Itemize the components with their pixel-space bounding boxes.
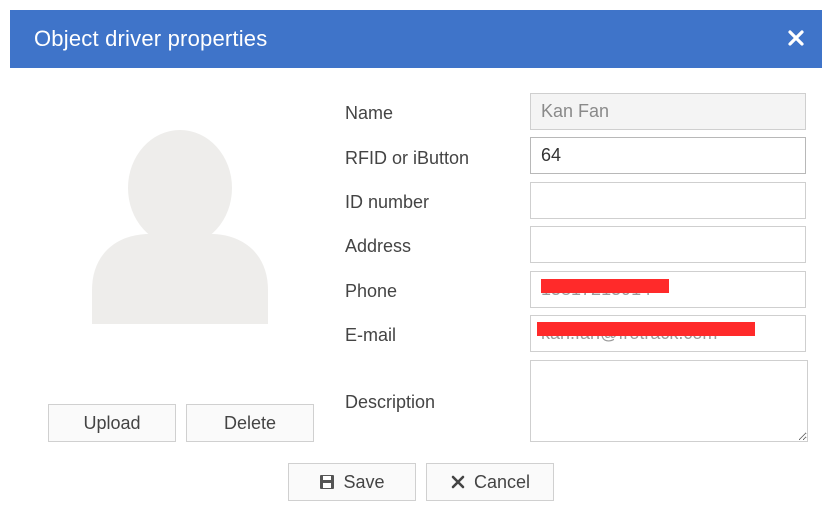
cancel-button[interactable]: Cancel <box>426 463 554 501</box>
driver-properties-dialog: Object driver properties Name RFID or iB… <box>0 0 825 522</box>
phone-redaction-mark <box>541 279 669 293</box>
id-number-field[interactable] <box>530 182 806 219</box>
description-label: Description <box>345 392 436 412</box>
dialog-titlebar: Object driver properties <box>10 10 822 68</box>
name-field[interactable] <box>530 93 806 130</box>
name-label: Name <box>345 103 394 123</box>
rfid-field[interactable] <box>530 137 806 174</box>
dialog-title: Object driver properties <box>34 26 268 51</box>
save-button-label: Save <box>343 471 385 492</box>
email-redaction-mark <box>537 322 755 336</box>
address-label: Address <box>345 236 412 256</box>
id-number-label: ID number <box>345 192 430 212</box>
email-label: E-mail <box>345 325 397 345</box>
rfid-label: RFID or iButton <box>345 148 470 168</box>
delete-button-label: Delete <box>223 412 277 433</box>
save-button[interactable]: Save <box>288 463 416 501</box>
user-placeholder-icon <box>88 130 272 324</box>
floppy-disk-icon <box>319 474 335 490</box>
delete-button[interactable]: Delete <box>186 404 314 442</box>
upload-button[interactable]: Upload <box>48 404 176 442</box>
upload-button-label: Upload <box>83 412 141 433</box>
x-icon <box>450 474 466 490</box>
cancel-button-label: Cancel <box>473 471 531 492</box>
phone-label: Phone <box>345 281 398 301</box>
description-field[interactable] <box>530 360 808 442</box>
address-field[interactable] <box>530 226 806 263</box>
close-icon[interactable] <box>782 24 810 52</box>
